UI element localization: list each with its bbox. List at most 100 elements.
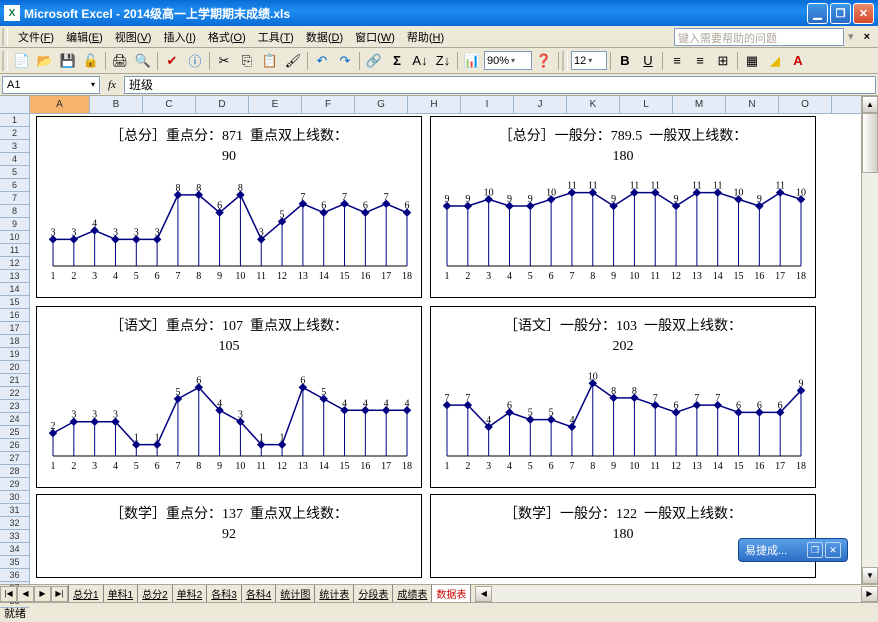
minimize-button[interactable]: ▁ — [807, 3, 828, 24]
sheet-tab[interactable]: 总分1 — [69, 585, 104, 602]
underline-button[interactable]: U — [637, 50, 659, 72]
sort-asc-button[interactable]: A↓ — [409, 50, 431, 72]
row-header[interactable]: 8 — [0, 205, 29, 218]
tab-nav-button[interactable]: ◀ — [17, 586, 34, 602]
save-button[interactable]: 💾 — [57, 50, 79, 72]
row-header[interactable]: 12 — [0, 257, 29, 270]
worksheet-grid[interactable]: ［总分］重点分：871 重点双上线数：901323344353637888961… — [30, 114, 861, 584]
vscroll-thumb[interactable] — [862, 113, 878, 173]
row-header[interactable]: 24 — [0, 413, 29, 426]
row-header[interactable]: 28 — [0, 465, 29, 478]
sheet-tab[interactable]: 分段表 — [354, 585, 393, 602]
row-header[interactable]: 3 — [0, 140, 29, 153]
tab-nav-button[interactable]: |◀ — [0, 586, 17, 602]
fill-color-button[interactable]: ◢ — [764, 50, 786, 72]
menu-o[interactable]: 格式(O) — [202, 27, 252, 47]
menu-w[interactable]: 窗口(W) — [349, 27, 401, 47]
help-dropdown[interactable]: ▾ — [848, 30, 854, 43]
row-header[interactable]: 30 — [0, 491, 29, 504]
column-header[interactable]: H — [408, 96, 461, 113]
menu-e[interactable]: 编辑(E) — [60, 27, 109, 47]
menu-h[interactable]: 帮助(H) — [401, 27, 450, 47]
format-toolbar-handle[interactable] — [562, 51, 568, 71]
autosum-button[interactable]: Σ — [386, 50, 408, 72]
row-header[interactable]: 14 — [0, 283, 29, 296]
popup-restore-button[interactable]: ❐ — [807, 542, 823, 558]
format-painter-button[interactable]: 🖌 — [282, 50, 304, 72]
cut-button[interactable]: ✂ — [213, 50, 235, 72]
row-header[interactable]: 26 — [0, 439, 29, 452]
name-box[interactable]: A1▾ — [2, 76, 100, 94]
row-header[interactable]: 35 — [0, 556, 29, 569]
toolbar-handle[interactable] — [2, 51, 8, 71]
print-preview-button[interactable]: 🔍 — [132, 50, 154, 72]
sheet-tab[interactable]: 成绩表 — [393, 585, 432, 602]
close-button[interactable]: ✕ — [853, 3, 874, 24]
column-header[interactable]: M — [673, 96, 726, 113]
column-header[interactable]: K — [567, 96, 620, 113]
row-header[interactable]: 1 — [0, 114, 29, 127]
row-header[interactable]: 9 — [0, 218, 29, 231]
popup-close-button[interactable]: ✕ — [825, 542, 841, 558]
column-header[interactable]: L — [620, 96, 673, 113]
menu-f[interactable]: 文件(F) — [12, 27, 60, 47]
select-all-corner[interactable] — [0, 96, 29, 114]
menu-i[interactable]: 插入(I) — [157, 27, 201, 47]
column-header[interactable]: D — [196, 96, 249, 113]
sheet-tab[interactable]: 数据表 — [432, 585, 471, 602]
row-header[interactable]: 22 — [0, 387, 29, 400]
column-header[interactable]: F — [302, 96, 355, 113]
column-header[interactable]: E — [249, 96, 302, 113]
scroll-up-button[interactable]: ▲ — [862, 96, 878, 113]
row-header[interactable]: 15 — [0, 296, 29, 309]
sheet-tab[interactable]: 各科3 — [207, 585, 242, 602]
embedded-chart[interactable]: ［数学］一般分：122 一般双上线数：180 — [430, 494, 816, 578]
row-header[interactable]: 36 — [0, 569, 29, 582]
column-header[interactable]: J — [514, 96, 567, 113]
row-header[interactable]: 27 — [0, 452, 29, 465]
row-header[interactable]: 5 — [0, 166, 29, 179]
column-header[interactable]: A — [30, 96, 90, 113]
sheet-tab[interactable]: 统计图 — [276, 585, 315, 602]
menu-d[interactable]: 数据(D) — [300, 27, 349, 47]
fontsize-combo[interactable]: 12▾ — [571, 51, 607, 70]
row-header[interactable]: 16 — [0, 309, 29, 322]
help-button[interactable]: ❓ — [533, 50, 555, 72]
embedded-chart[interactable]: ［语文］重点分：107 重点双上线数：105122333435161758694… — [36, 306, 422, 488]
row-header[interactable]: 31 — [0, 504, 29, 517]
scroll-left-button[interactable]: ◀ — [475, 586, 492, 602]
align-left-button[interactable]: ≡ — [666, 50, 688, 72]
sort-desc-button[interactable]: Z↓ — [432, 50, 454, 72]
floating-toolbar[interactable]: 易捷成... ❐ ✕ — [738, 538, 848, 562]
fx-label[interactable]: fx — [108, 79, 116, 91]
borders-button[interactable]: ▦ — [741, 50, 763, 72]
tab-nav-button[interactable]: ▶| — [51, 586, 68, 602]
row-header[interactable]: 18 — [0, 335, 29, 348]
open-button[interactable]: 📂 — [34, 50, 56, 72]
new-button[interactable]: 📄 — [11, 50, 33, 72]
row-header[interactable]: 19 — [0, 348, 29, 361]
row-header[interactable]: 32 — [0, 517, 29, 530]
undo-button[interactable]: ↶ — [311, 50, 333, 72]
column-header[interactable]: G — [355, 96, 408, 113]
chart-wizard-button[interactable]: 📊 — [461, 50, 483, 72]
row-header[interactable]: 6 — [0, 179, 29, 192]
row-header[interactable]: 25 — [0, 426, 29, 439]
sheet-tab[interactable]: 总分2 — [138, 585, 173, 602]
vertical-scrollbar[interactable]: ▲ ▼ — [861, 96, 878, 584]
row-header[interactable]: 34 — [0, 543, 29, 556]
embedded-chart[interactable]: ［总分］一般分：789.5 一般双上线数：1801929310495961071… — [430, 116, 816, 298]
row-header[interactable]: 13 — [0, 270, 29, 283]
column-header[interactable]: N — [726, 96, 779, 113]
column-header[interactable]: I — [461, 96, 514, 113]
bold-button[interactable]: B — [614, 50, 636, 72]
merge-center-button[interactable]: ⊞ — [712, 50, 734, 72]
column-header[interactable]: B — [90, 96, 143, 113]
row-header[interactable]: 29 — [0, 478, 29, 491]
paste-button[interactable]: 📋 — [259, 50, 281, 72]
align-center-button[interactable]: ≡ — [689, 50, 711, 72]
embedded-chart[interactable]: ［数学］重点分：137 重点双上线数：92 — [36, 494, 422, 578]
scroll-down-button[interactable]: ▼ — [862, 567, 878, 584]
menu-handle[interactable] — [2, 28, 8, 46]
horizontal-scrollbar[interactable]: ◀ ▶ — [475, 586, 878, 602]
